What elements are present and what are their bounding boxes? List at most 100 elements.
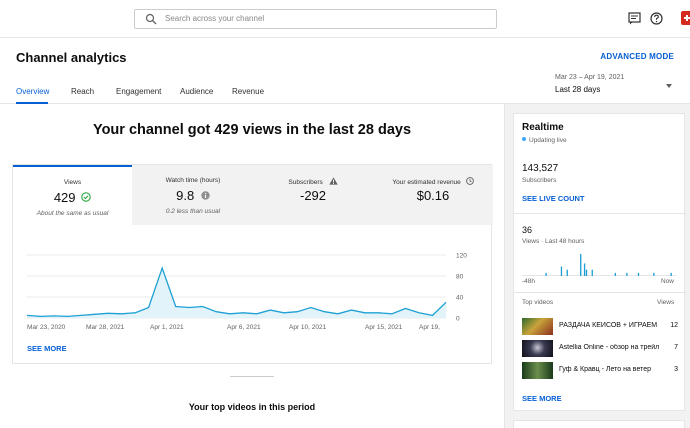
video-title: Astellia Online - обзор на трейлер: [559, 344, 659, 351]
metric-label: Watch time (hours): [165, 177, 221, 184]
video-views: 7: [674, 344, 678, 351]
account-avatar[interactable]: [681, 11, 690, 25]
metric-label: Subscribers: [288, 179, 323, 186]
date-range-dates: Mar 23 – Apr 19, 2021: [555, 74, 625, 81]
video-title: Гуф & Кравц - Лето на ветер: [559, 366, 652, 373]
metric-label: Your estimated revenue: [392, 179, 461, 186]
video-views: 3: [674, 366, 678, 373]
top-videos-title: Your top videos in this period: [188, 402, 316, 412]
realtime-card: Realtime Updating live 143,527 Subscribe…: [513, 113, 686, 411]
main-content: Your channel got 429 views in the last 2…: [0, 104, 504, 428]
metrics-card: Views 429 About the same as usual Watch …: [12, 164, 493, 364]
tab-audience[interactable]: Audience: [180, 87, 213, 96]
metric-subscribers[interactable]: Subscribers -292: [253, 165, 373, 225]
realtime-title: Realtime: [522, 122, 564, 133]
realtime-status: Updating live: [522, 137, 567, 144]
youtube-studio-analytics: Search across your channel Channel analy…: [0, 0, 690, 428]
see-live-count-button[interactable]: SEE LIVE COUNT: [522, 194, 585, 203]
date-range-label: Last 28 days: [555, 85, 601, 94]
x-tick-label: Apr 1, 2021: [150, 324, 184, 331]
metric-label: Views: [63, 179, 82, 186]
views-line: [26, 266, 447, 318]
realtime-bar: [670, 272, 672, 276]
realtime-bar: [637, 272, 640, 276]
top-video-row[interactable]: Astellia Online - обзор на трейлер 7: [522, 340, 678, 357]
realtime-bar: [545, 272, 547, 276]
axis-end-label: Now: [661, 278, 675, 285]
chevron-down-icon: [666, 84, 672, 88]
metric-tabs: Views 429 About the same as usual Watch …: [13, 165, 493, 225]
video-title: РАЗДАЧА КЕЙСОВ + ИГРАЕМ С ВАМИ: [559, 322, 659, 329]
axis-start-label: -48h: [522, 278, 536, 285]
info-icon: [201, 191, 210, 200]
tab-reach[interactable]: Reach: [71, 87, 94, 96]
metric-value: -292: [299, 188, 327, 203]
tab-overview[interactable]: Overview: [16, 87, 49, 96]
video-views: 12: [670, 322, 678, 329]
metric-value: 429: [53, 190, 76, 205]
top-videos-label: Top videos: [522, 299, 554, 306]
video-thumbnail: [522, 318, 553, 335]
tab-revenue[interactable]: Revenue: [232, 87, 264, 96]
section-divider: [230, 376, 274, 377]
y-tick-label: 40: [456, 295, 464, 302]
next-card: [513, 420, 685, 428]
info-icon: [465, 177, 474, 185]
divider: [514, 292, 686, 293]
date-range-selector[interactable]: Mar 23 – Apr 19, 2021 Last 28 days: [555, 74, 675, 94]
x-tick-label: Mar 23, 2020: [27, 324, 66, 331]
x-tick-label: Apr 19,: [419, 324, 440, 331]
metric-revenue[interactable]: Your estimated revenue $0.16: [373, 165, 493, 225]
divider: [514, 213, 686, 214]
realtime-bar: [585, 269, 588, 276]
realtime-views-label: Views · Last 48 hours: [522, 238, 585, 245]
realtime-bar: [583, 263, 586, 276]
x-tick-label: Apr 15, 2021: [365, 324, 403, 331]
realtime-bar: [626, 272, 628, 276]
subscriber-count: 143,527: [522, 163, 559, 174]
x-tick-label: Mar 28, 2021: [86, 324, 125, 331]
realtime-bar-chart: [522, 254, 676, 276]
search-box[interactable]: Search across your channel: [134, 9, 497, 29]
views-chart: 120 80 40 0 Mar 23, 2020 Mar 28, 2021 Apr 1, 2…: [26, 253, 467, 331]
realtime-bar: [653, 272, 655, 276]
analytics-header: Channel analytics ADVANCED MODE Mar 23 –…: [0, 38, 690, 104]
x-tick-label: Apr 6, 2021: [227, 324, 261, 331]
x-tick-label: Apr 10, 2021: [289, 324, 327, 331]
video-thumbnail: [522, 340, 553, 357]
advanced-mode-button[interactable]: ADVANCED MODE: [600, 52, 674, 61]
help-icon[interactable]: [650, 12, 663, 25]
realtime-bar: [591, 269, 593, 276]
realtime-bar: [560, 266, 563, 276]
metric-value: $0.16: [416, 188, 450, 203]
subscriber-label: Subscribers: [522, 177, 557, 184]
realtime-see-more-button[interactable]: SEE MORE: [522, 394, 562, 403]
summary-headline: Your channel got 429 views in the last 2…: [92, 122, 412, 138]
y-tick-label: 120: [456, 253, 467, 260]
top-video-row[interactable]: Гуф & Кравц - Лето на ветер 3: [522, 362, 678, 379]
metric-views[interactable]: Views 429 About the same as usual: [13, 165, 132, 225]
metric-sub: About the same as usual: [36, 210, 109, 217]
video-thumbnail: [522, 362, 553, 379]
y-tick-label: 80: [456, 274, 464, 281]
search-icon: [145, 13, 157, 25]
realtime-bar: [614, 272, 617, 276]
views-area: [27, 268, 446, 318]
metric-sub: 0.2 less than usual: [165, 208, 221, 215]
page-title: Channel analytics: [16, 50, 127, 65]
views-column-label: Views: [657, 299, 675, 306]
feedback-icon[interactable]: [628, 12, 641, 25]
realtime-bar: [580, 254, 582, 276]
search-placeholder: Search across your channel: [165, 14, 265, 23]
top-video-row[interactable]: РАЗДАЧА КЕЙСОВ + ИГРАЕМ С ВАМИ 12: [522, 318, 678, 335]
see-more-button[interactable]: SEE MORE: [27, 344, 67, 353]
realtime-bar: [566, 269, 568, 276]
metric-value: 9.8: [176, 188, 195, 203]
tab-engagement[interactable]: Engagement: [116, 87, 161, 96]
y-tick-label: 0: [456, 316, 460, 323]
top-bar: Search across your channel: [0, 0, 690, 38]
realtime-views: 36: [522, 225, 533, 235]
check-circle-icon: [81, 192, 91, 202]
warning-icon: [328, 177, 338, 185]
metric-watch-time[interactable]: Watch time (hours) 9.8 0.2 less than usu…: [133, 165, 253, 225]
